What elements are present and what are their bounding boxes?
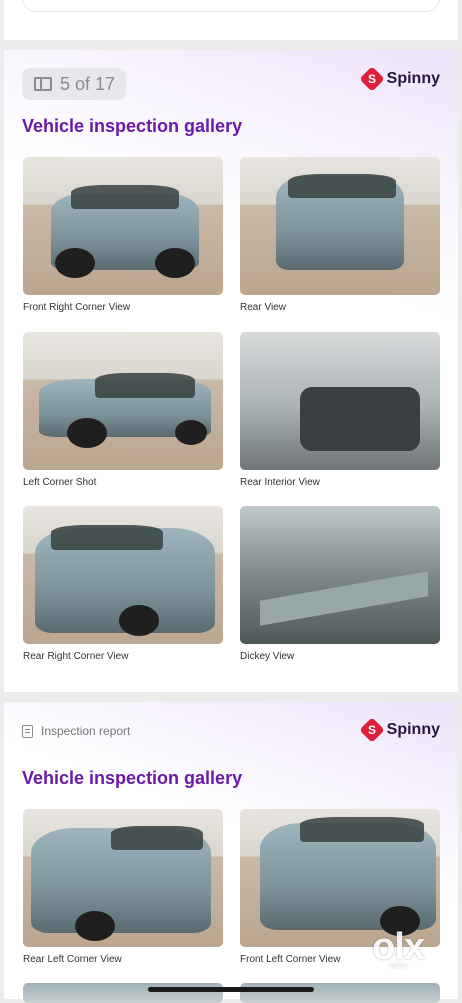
- car-photo[interactable]: [23, 506, 223, 644]
- photo-caption: Rear Interior View: [240, 477, 320, 488]
- gallery-title: Vehicle inspection gallery: [22, 116, 243, 136]
- inspection-gallery-card: Inspection report S Spinny Vehicle inspe…: [4, 702, 458, 999]
- page-indicator[interactable]: 5 of 17: [22, 68, 126, 100]
- gallery-photo-tile[interactable]: Rear Left Corner View: [23, 809, 223, 965]
- inspection-report-label: Inspection report: [41, 724, 131, 738]
- spinny-logo: S Spinny: [358, 717, 440, 743]
- spinny-logo-icon: S: [358, 717, 385, 743]
- dickey-photo[interactable]: [240, 506, 440, 644]
- car-photo[interactable]: [23, 157, 223, 295]
- report-icon: [22, 724, 33, 738]
- inspection-gallery-card: 5 of 17 S Spinny Vehicle inspection gall…: [4, 50, 458, 692]
- previous-card-field: [22, 0, 440, 12]
- previous-card: [4, 0, 458, 40]
- car-photo[interactable]: [240, 157, 440, 295]
- page-indicator-text: 5 of 17: [60, 73, 116, 94]
- interior-photo[interactable]: [240, 332, 440, 470]
- spinny-logo-text: Spinny: [386, 721, 440, 738]
- inspection-report-link[interactable]: Inspection report: [22, 724, 130, 738]
- photo-caption: Rear View: [240, 302, 286, 313]
- gallery-photo-tile[interactable]: Rear Interior View: [240, 332, 440, 488]
- photo-caption: Dickey View: [240, 651, 295, 662]
- photo-caption: Left Corner Shot: [23, 477, 97, 488]
- gallery-photo-tile[interactable]: Rear View: [240, 157, 440, 313]
- car-photo[interactable]: [23, 332, 223, 470]
- car-photo[interactable]: [23, 809, 223, 947]
- gallery-photo-tile[interactable]: Front Right Corner View: [23, 157, 223, 313]
- spinny-logo-text: Spinny: [386, 70, 440, 87]
- photo-caption: Rear Right Corner View: [23, 651, 129, 662]
- photo-caption: Rear Left Corner View: [23, 954, 122, 965]
- gallery-photo-tile[interactable]: Rear Right Corner View: [23, 506, 223, 662]
- next-photo-row: [240, 983, 440, 1003]
- next-photo-row: [23, 983, 223, 1003]
- gallery-photo-tile[interactable]: Left Corner Shot: [23, 332, 223, 488]
- spinny-logo-icon: S: [358, 66, 385, 92]
- olx-watermark: olx INDIA: [372, 926, 425, 970]
- home-indicator[interactable]: [148, 987, 314, 992]
- gallery-photo-tile[interactable]: Dickey View: [240, 506, 440, 662]
- spinny-logo: S Spinny: [358, 66, 440, 92]
- gallery-icon: [34, 77, 52, 91]
- gallery-title: Vehicle inspection gallery: [22, 768, 243, 788]
- photo-caption: Front Right Corner View: [23, 302, 131, 313]
